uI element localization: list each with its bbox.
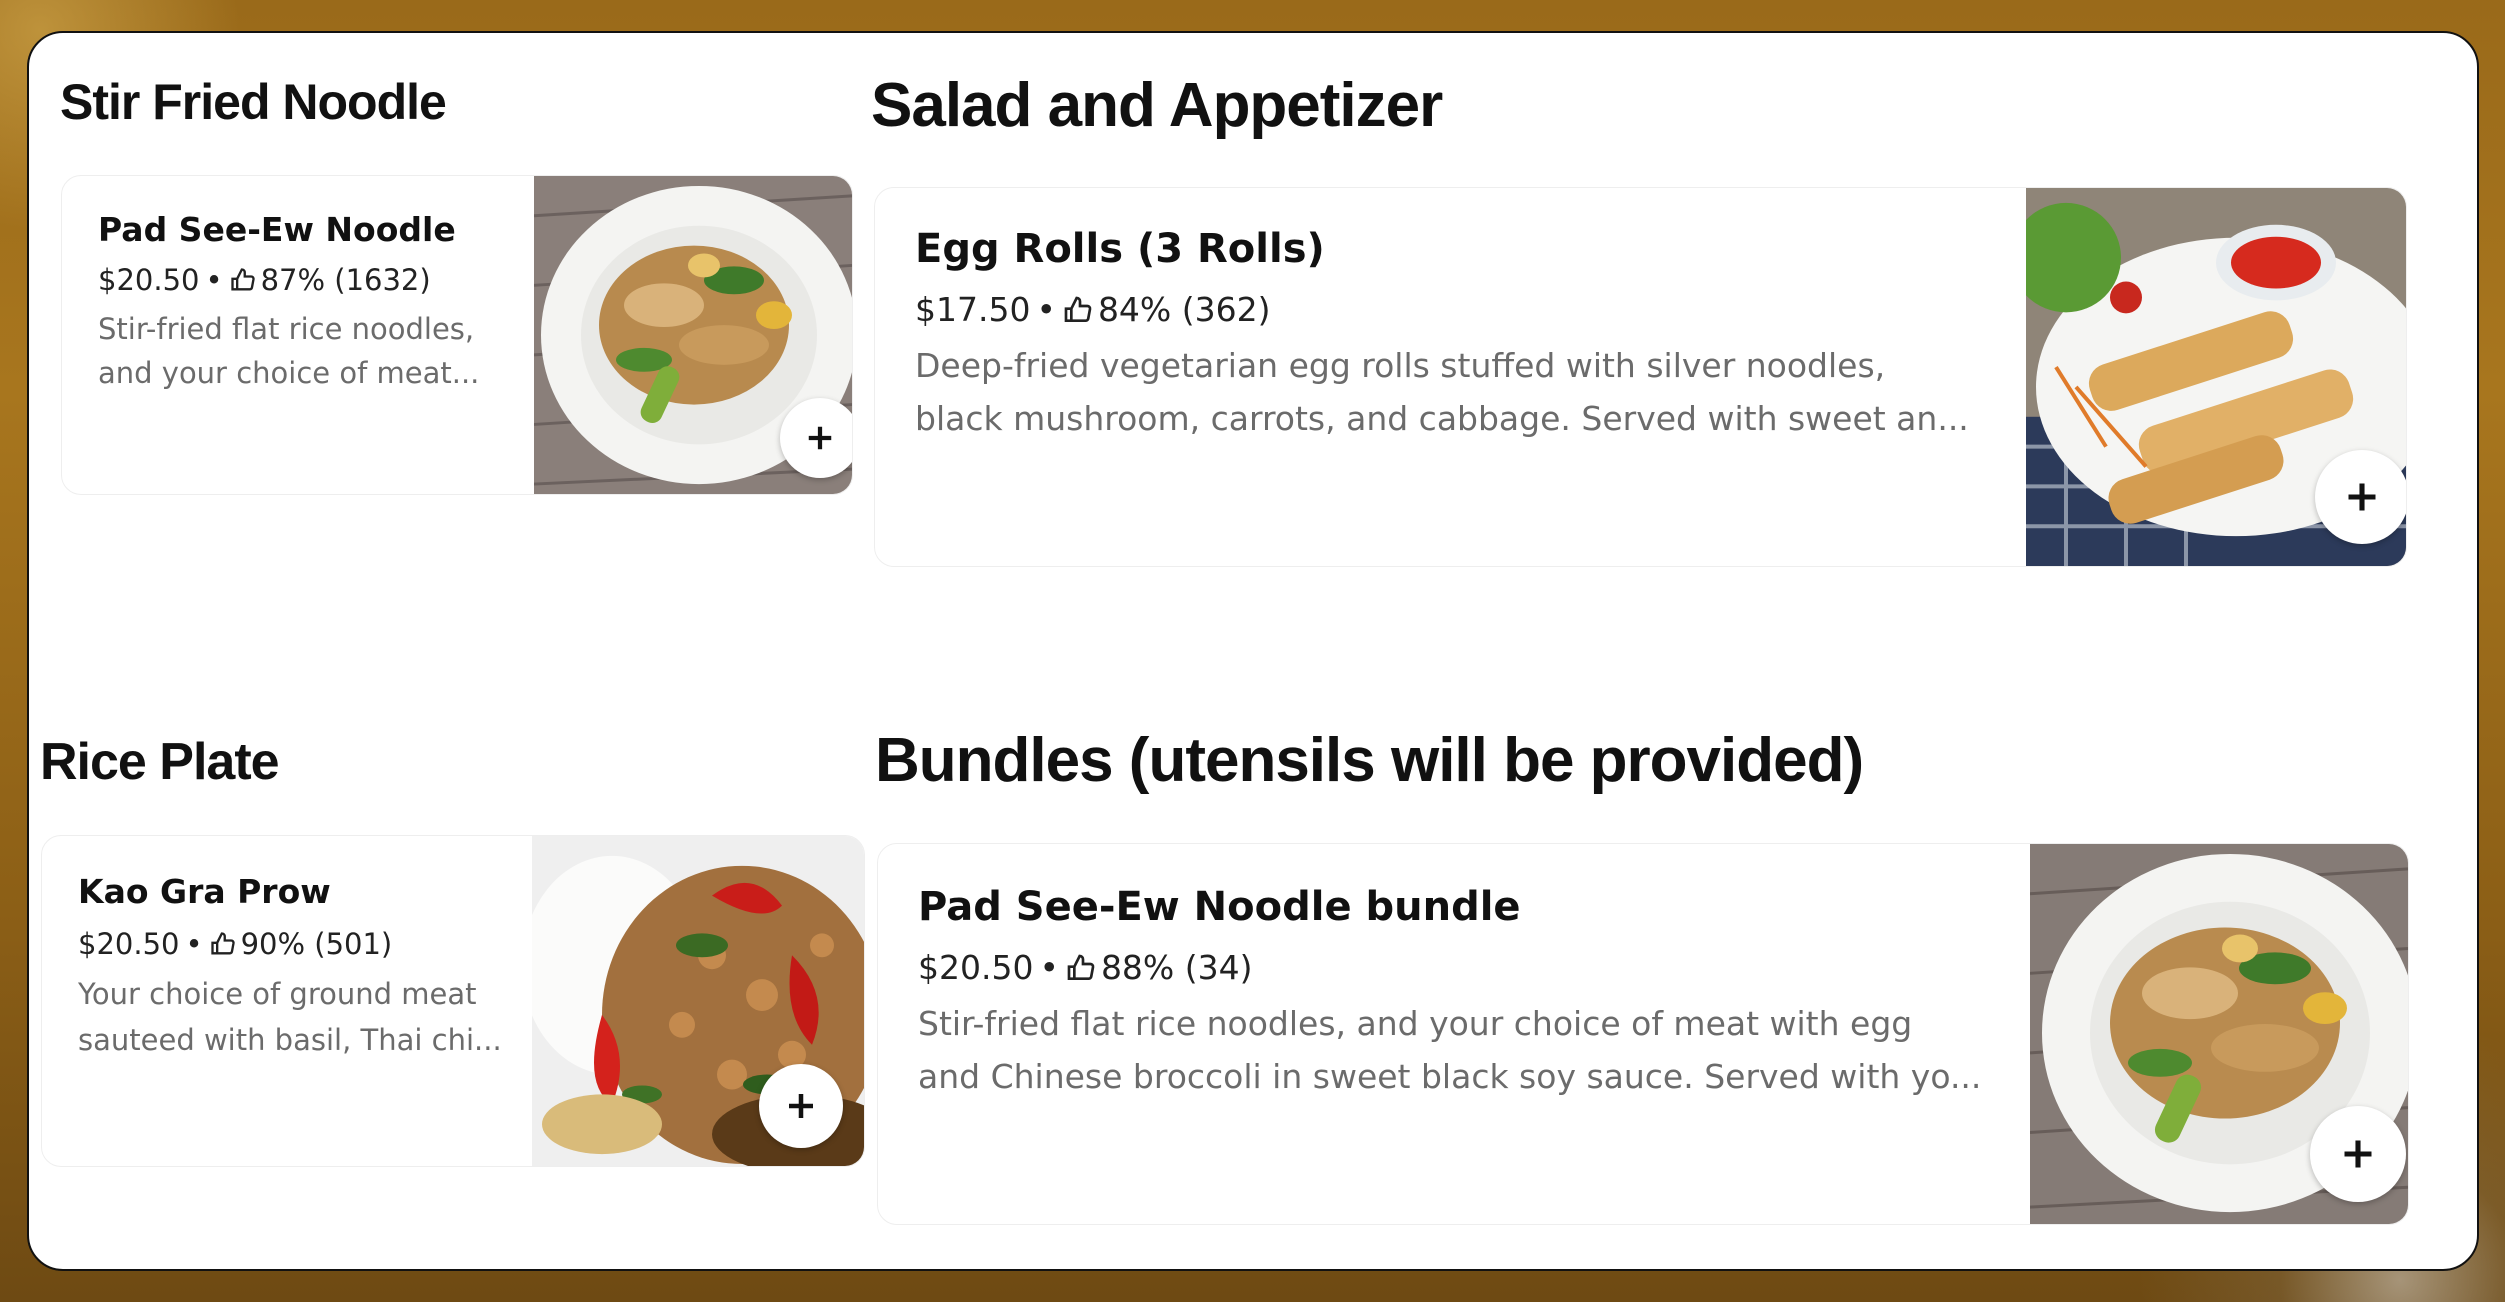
item-meta: $20.50 • 87% (1632)	[98, 263, 528, 297]
section-title-salad-appetizer: Salad and Appetizer	[871, 71, 1443, 140]
plus-icon	[2344, 1140, 2372, 1168]
item-price: $17.50	[915, 290, 1031, 329]
item-meta: $20.50 • 90% (501)	[78, 927, 538, 961]
item-price: $20.50	[78, 927, 180, 961]
add-to-cart-button[interactable]	[759, 1064, 843, 1148]
thumbs-up-icon	[1065, 952, 1097, 984]
add-to-cart-button[interactable]	[780, 398, 852, 478]
plus-icon	[808, 426, 832, 450]
separator: •	[1039, 948, 1059, 987]
item-description: Deep-fried vegetarian egg rolls stuffed …	[915, 346, 1969, 438]
item-meta: $20.50 • 88% (34)	[918, 948, 2018, 987]
section-title-stir-fried-noodle: Stir Fried Noodle	[60, 74, 447, 130]
menu-item-pad-see-ew[interactable]: Pad See-Ew Noodle $20.50 • 87% (1632) St…	[61, 175, 853, 495]
separator: •	[1036, 290, 1056, 329]
item-meta: $17.50 • 84% (362)	[915, 290, 2015, 329]
menu-item-egg-rolls[interactable]: Egg Rolls (3 Rolls) $17.50 • 84% (362) D…	[874, 187, 2407, 567]
section-title-bundles: Bundles (utensils will be provided)	[875, 726, 1864, 795]
item-name: Pad See-Ew Noodle bundle	[918, 884, 1521, 930]
add-to-cart-button[interactable]	[2315, 450, 2406, 544]
section-title-rice-plate: Rice Plate	[40, 733, 280, 791]
item-description: Your choice of ground meat sauteed with …	[78, 977, 502, 1057]
menu-item-pad-see-ew-bundle[interactable]: Pad See-Ew Noodle bundle $20.50 • 88% (3…	[877, 843, 2409, 1225]
menu-item-kao-gra-prow[interactable]: Kao Gra Prow $20.50 • 90% (501) Your cho…	[41, 835, 865, 1167]
menu-panel: Stir Fried Noodle Pad See-Ew Noodle $20.…	[27, 31, 2479, 1271]
plus-icon	[789, 1094, 813, 1118]
add-to-cart-button[interactable]	[2310, 1106, 2406, 1202]
item-rating: 84% (362)	[1097, 290, 1271, 329]
thumbs-up-icon	[209, 930, 237, 958]
item-description: Stir-fried flat rice noodles, and your c…	[918, 1004, 1982, 1096]
separator: •	[185, 927, 203, 961]
separator: •	[205, 263, 223, 297]
item-name: Egg Rolls (3 Rolls)	[915, 226, 1325, 272]
item-rating: 90% (501)	[240, 927, 393, 961]
item-rating: 87% (1632)	[260, 263, 431, 297]
item-description: Stir-fried flat rice noodles, and your c…	[98, 312, 480, 390]
plus-icon	[2348, 483, 2376, 511]
thumbs-up-icon	[229, 266, 257, 294]
thumbs-up-icon	[1062, 294, 1094, 326]
item-name: Pad See-Ew Noodle	[98, 210, 456, 249]
item-price: $20.50	[918, 948, 1034, 987]
item-rating: 88% (34)	[1100, 948, 1253, 987]
item-price: $20.50	[98, 263, 200, 297]
item-name: Kao Gra Prow	[78, 872, 331, 911]
